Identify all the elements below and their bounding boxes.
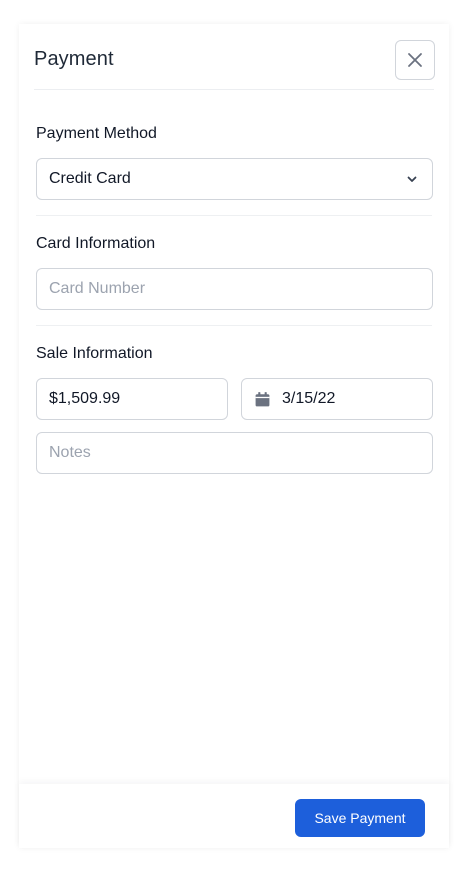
chevron-down-icon — [407, 176, 417, 182]
panel-footer: Save Payment — [19, 784, 449, 848]
notes-input[interactable] — [49, 444, 420, 462]
close-icon — [408, 53, 422, 67]
calendar-icon — [255, 391, 270, 406]
payment-method-select[interactable]: Credit Card — [36, 158, 433, 200]
payment-method-value: Credit Card — [49, 170, 131, 187]
card-number-input[interactable] — [49, 280, 420, 298]
close-button[interactable] — [395, 40, 435, 80]
notes-field[interactable] — [36, 432, 433, 474]
save-payment-button[interactable]: Save Payment — [295, 799, 425, 837]
page-title: Payment — [34, 48, 114, 70]
panel-header: Payment — [34, 24, 435, 90]
card-number-field[interactable] — [36, 268, 433, 310]
date-field[interactable]: 3/15/22 — [241, 378, 433, 420]
amount-value: $1,509.99 — [49, 390, 121, 407]
section-divider — [36, 215, 432, 216]
amount-field[interactable]: $1,509.99 — [36, 378, 228, 420]
payment-method-label: Payment Method — [36, 125, 157, 142]
section-divider — [36, 325, 432, 326]
card-information-label: Card Information — [36, 235, 156, 252]
sale-information-label: Sale Information — [36, 345, 153, 362]
payment-panel: Payment Payment Method Credit Card Card … — [19, 24, 449, 848]
date-value: 3/15/22 — [282, 390, 336, 407]
